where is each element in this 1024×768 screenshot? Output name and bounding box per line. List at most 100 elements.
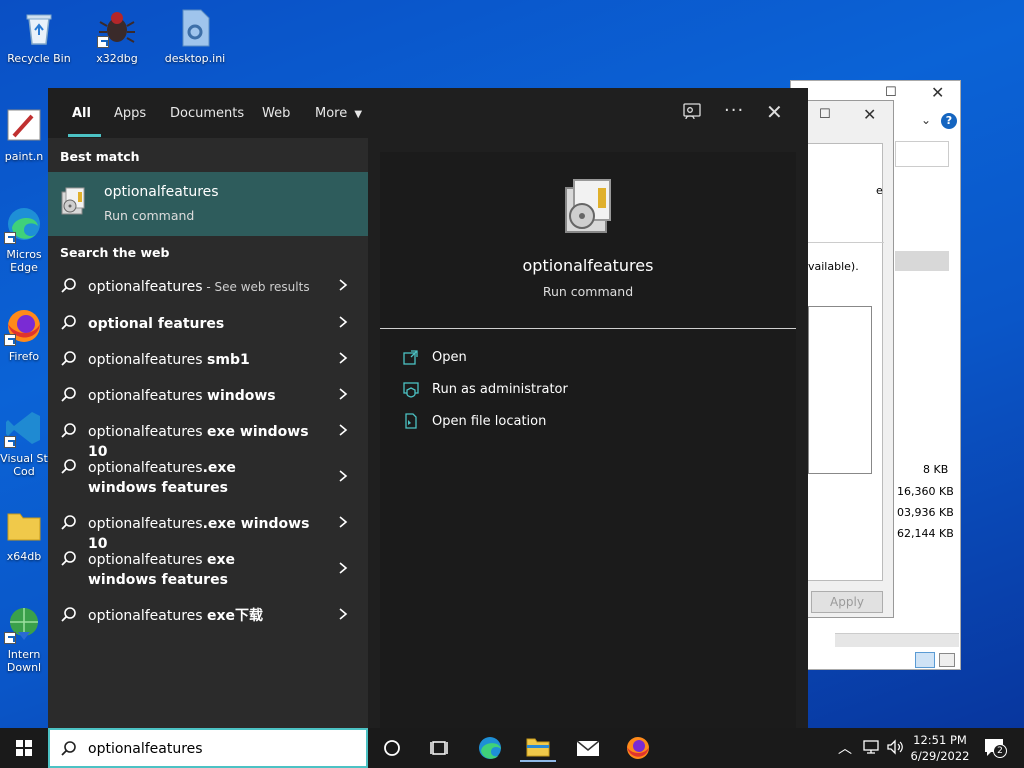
notification-count-badge: 2 [993,744,1007,758]
desktop-icon-edge[interactable]: Micros Edge [0,204,48,274]
chevron-right-icon [339,279,348,291]
web-result-item[interactable]: optionalfeatures exe windows features [48,541,368,597]
apply-button[interactable]: Apply [811,591,883,613]
globe-download-icon [4,604,44,644]
search-web-heading: Search the web [60,245,170,260]
feedback-icon[interactable] [682,102,702,126]
tab-more-label: More [315,106,348,121]
desktop-icon-x32dbg[interactable]: x32dbg [80,8,154,65]
desktop-icon-x64dbg[interactable]: x64db [0,506,48,563]
desktop-icon-vscode[interactable]: Visual St Cod [0,408,48,478]
web-result-item[interactable]: optionalfeatures - See web results [48,268,368,304]
tab-all[interactable]: All [72,106,91,121]
results-list: Best match optionalfeatures Run command … [48,138,368,728]
taskbar-explorer-button[interactable] [520,734,556,762]
search-icon [61,607,76,622]
tab-more[interactable]: More ▼ [315,106,362,121]
edge-icon [4,204,44,244]
web-result-item[interactable]: optional features [48,305,368,341]
desktop-icon-desktop-ini[interactable]: desktop.ini [158,8,232,65]
horizontal-scrollbar[interactable] [835,633,959,647]
optionalfeatures-app-icon [558,176,618,236]
tab-web[interactable]: Web [262,106,290,121]
desktop-icon-firefox[interactable]: Firefo [0,306,48,363]
open-icon [403,350,418,365]
web-result-prefix: optionalfeatures [88,516,203,532]
taskbar-firefox-button[interactable] [620,734,656,762]
web-result-item[interactable]: optionalfeatures smb1 [48,341,368,377]
notification-center-button[interactable]: 2 [980,734,1010,762]
chevron-right-icon [339,608,348,620]
chevron-right-icon [339,470,348,482]
chevron-up-icon[interactable]: ︿ [838,738,852,758]
web-result-item[interactable]: optionalfeatures.exe windows features [48,449,368,505]
chevron-right-icon [339,424,348,436]
search-icon [61,423,76,438]
clock-time: 12:51 PM [913,733,967,747]
cortana-icon [384,740,400,756]
desktop-icon-label: x64db [6,550,42,563]
chevron-down-icon[interactable]: ⌄ [921,113,931,127]
task-view-icon [430,741,448,755]
taskbar-search-box[interactable] [48,728,368,768]
cortana-button[interactable] [374,734,410,762]
close-icon[interactable]: ✕ [863,105,876,124]
address-field[interactable] [895,141,949,167]
shortcut-arrow-icon [4,632,16,644]
settings-file-icon [175,8,215,48]
search-icon [61,459,76,474]
close-icon[interactable]: ✕ [931,83,944,102]
result-detail-pane: optionalfeatures Run command Open Run as… [380,152,796,728]
tab-documents[interactable]: Documents [170,106,244,121]
web-result-prefix: optionalfeatures [88,460,203,476]
folder-icon [4,506,44,546]
desktop-icon-internet-download[interactable]: Intern Downl [0,604,48,674]
mail-icon [576,740,600,756]
desktop-icon-paint[interactable]: paint.n [0,106,48,163]
size-value: 16,360 KB [897,485,954,498]
search-icon [61,515,76,530]
more-options-icon[interactable]: ··· [724,100,744,121]
task-view-button[interactable] [422,734,458,762]
best-match-item[interactable]: optionalfeatures Run command [48,172,368,236]
network-icon[interactable] [862,738,880,759]
divider [380,328,796,329]
open-action[interactable]: Open [402,344,762,372]
detail-type: Run command [542,284,634,299]
maximize-icon[interactable]: ☐ [885,85,897,100]
size-value: 8 KB [923,463,949,476]
desktop-icon-recycle-bin[interactable]: Recycle Bin [2,8,76,65]
start-button[interactable] [0,728,48,768]
tiles-view-icon[interactable] [939,653,955,667]
maximize-icon[interactable]: ☐ [819,107,831,122]
details-view-icon[interactable] [915,652,935,668]
desktop-icon-label: paint.n [4,150,44,163]
dialog-text: vailable). [808,260,859,273]
clock-date: 6/29/2022 [910,749,970,763]
web-result-bold: windows [207,388,276,404]
open-file-location-label: Open file location [432,414,547,429]
taskbar-edge-button[interactable] [472,734,508,762]
recycle-bin-icon [19,8,59,48]
web-result-item[interactable]: optionalfeatures exe windows 10 [48,413,368,460]
web-result-item[interactable]: optionalfeatures exe下载 [48,597,368,633]
web-result-item[interactable]: optionalfeatures.exe windows 10 [48,505,368,552]
close-icon[interactable]: ✕ [766,100,783,124]
web-result-item[interactable]: optionalfeatures windows [48,377,368,413]
taskbar-mail-button[interactable] [570,734,606,762]
open-file-location-action[interactable]: Open file location [402,408,762,436]
run-as-admin-action[interactable]: Run as administrator [402,376,762,404]
web-result-bold: optional features [88,316,225,332]
size-value: 62,144 KB [897,527,954,540]
search-input[interactable] [88,739,348,759]
tab-apps[interactable]: Apps [114,106,146,121]
web-result-text: optionalfeatures smb1 [88,350,328,370]
search-icon [61,741,76,756]
shortcut-arrow-icon [4,232,16,244]
feature-list-box[interactable] [808,306,872,474]
help-icon[interactable]: ? [941,113,957,129]
web-result-text: optionalfeatures exe下载 [88,606,328,626]
system-clock[interactable]: 12:51 PM 6/29/2022 [900,732,980,764]
search-tabs-bar: All Apps Documents Web More ▼ ··· ✕ [48,88,808,138]
bug-icon [97,8,137,48]
